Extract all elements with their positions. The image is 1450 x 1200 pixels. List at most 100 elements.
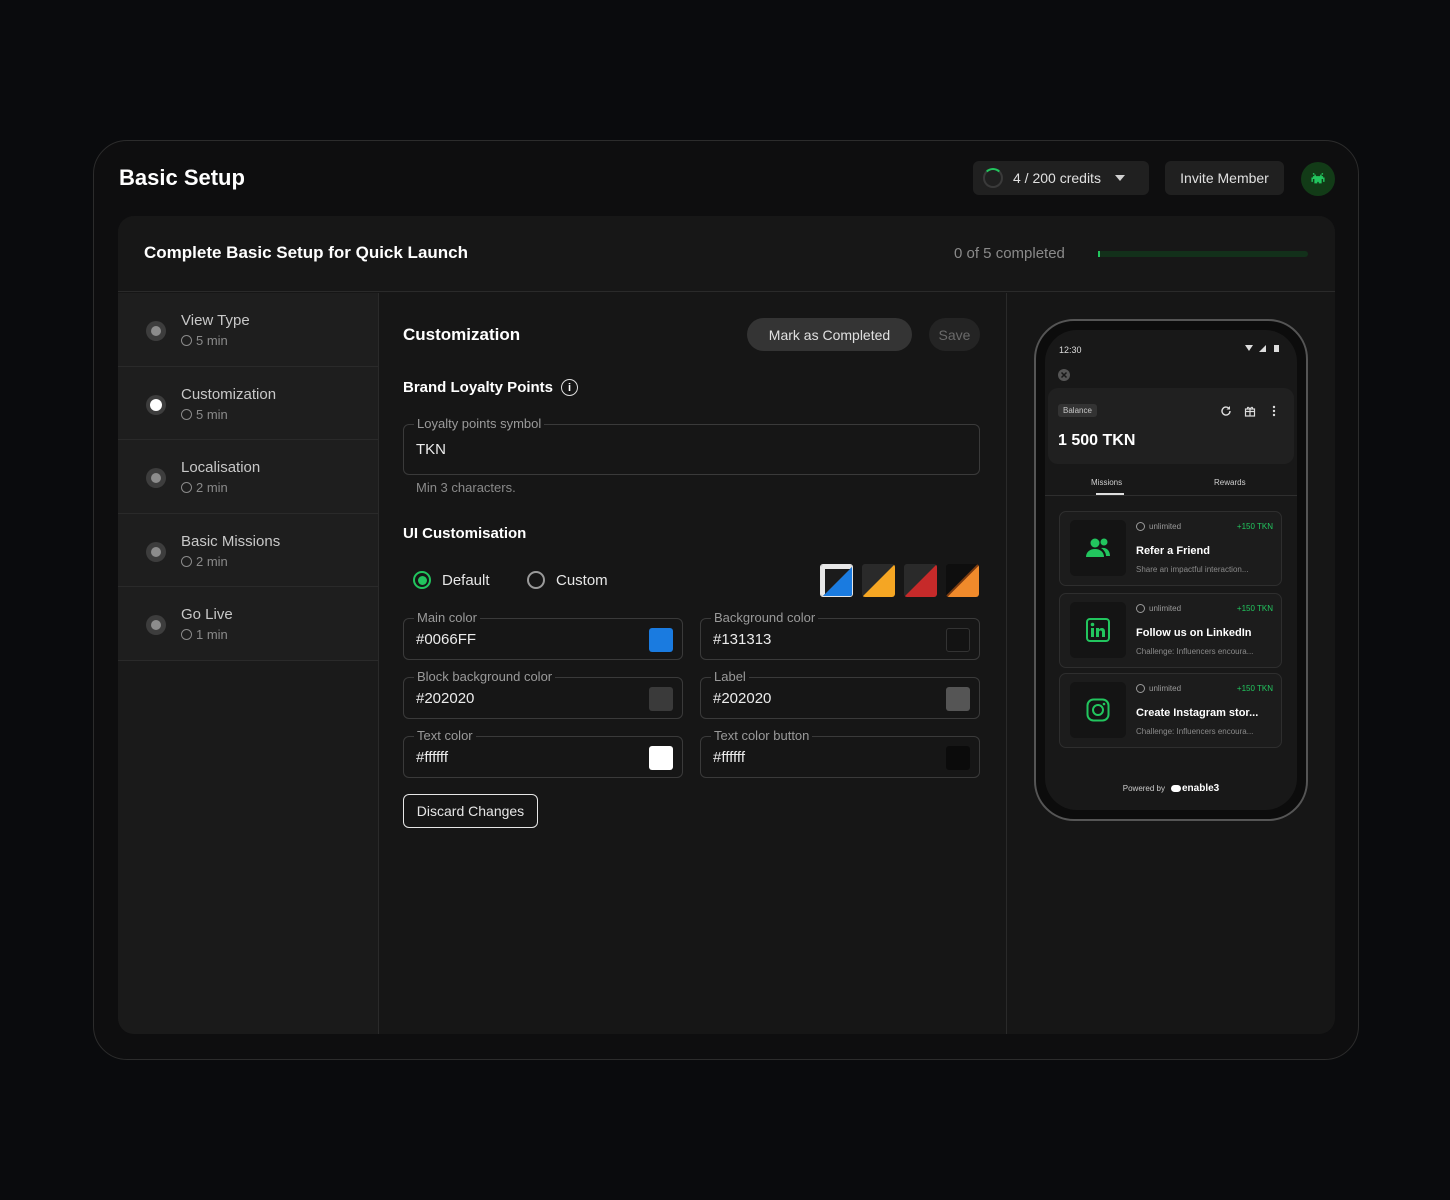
theme-preset-orange[interactable] <box>862 564 895 597</box>
clock-icon <box>1136 522 1145 531</box>
field-label: Loyalty points symbol <box>414 416 545 431</box>
field-label: Block background color <box>414 669 556 684</box>
setup-title: Complete Basic Setup for Quick Launch <box>144 243 469 262</box>
balance-amount: 1 500 TKN <box>1058 432 1136 449</box>
step-label: Localisation <box>181 459 261 476</box>
step-go-live[interactable]: Go Live 1 min <box>118 587 378 661</box>
customization-form: Customization Mark as Completed Save Bra… <box>380 293 1006 1034</box>
mission-card[interactable]: unlimited +150 TKN Follow us on LinkedIn… <box>1059 593 1282 668</box>
linkedin-icon <box>1070 602 1126 658</box>
field-value: #ffffff <box>713 749 745 766</box>
tab-rewards[interactable]: Rewards <box>1214 478 1246 487</box>
mission-description: Share an impactful interaction... <box>1136 565 1249 574</box>
tab-missions[interactable]: Missions <box>1091 478 1122 487</box>
step-time: 5 min <box>181 407 228 422</box>
symbol-hint: Min 3 characters. <box>416 480 516 495</box>
color-swatch[interactable] <box>649 687 673 711</box>
mission-card[interactable]: unlimited +150 TKN Create Instagram stor… <box>1059 673 1282 748</box>
field-value: #ffffff <box>416 749 448 766</box>
step-time: 2 min <box>181 480 228 495</box>
powered-by: Powered by enable3 <box>1122 783 1220 794</box>
clock-icon <box>1136 604 1145 613</box>
field-label: Background color <box>711 610 819 625</box>
field-label: Text color button <box>711 728 813 743</box>
ui-customisation-heading: UI Customisation <box>403 525 527 542</box>
close-icon[interactable] <box>1057 368 1071 382</box>
clock-icon <box>181 629 192 640</box>
mission-title: Follow us on LinkedIn <box>1136 627 1252 639</box>
balance-card: Balance 1 500 TKN <box>1048 388 1294 464</box>
status-time: 12:30 <box>1059 345 1082 355</box>
radio-checked-icon <box>413 571 431 589</box>
step-status-icon <box>146 541 166 562</box>
main-color-field[interactable]: Main color #0066FF <box>403 610 683 660</box>
field-value: #202020 <box>416 690 475 707</box>
theme-preset-dark-orange[interactable] <box>946 564 979 597</box>
field-label: Text color <box>414 728 476 743</box>
text-color-button-field[interactable]: Text color button #ffffff <box>700 728 980 778</box>
label-color-field[interactable]: Label #202020 <box>700 669 980 719</box>
color-swatch[interactable] <box>946 687 970 711</box>
radio-custom[interactable]: Custom <box>527 571 608 589</box>
step-customization[interactable]: Customization 5 min <box>118 366 378 440</box>
radio-unchecked-icon <box>527 571 545 589</box>
step-time: 2 min <box>181 554 228 569</box>
refresh-icon[interactable] <box>1220 405 1232 417</box>
steps-sidebar: View Type 5 min Customization 5 min Loca… <box>118 293 379 1034</box>
background-color-field[interactable]: Background color #131313 <box>700 610 980 660</box>
text-color-field[interactable]: Text color #ffffff <box>403 728 683 778</box>
mission-reward: +150 TKN <box>1236 604 1273 613</box>
balance-chip: Balance <box>1058 404 1097 417</box>
block-background-color-field[interactable]: Block background color #202020 <box>403 669 683 719</box>
phone-mockup: 12:30 Balance 1 500 TKN Missions Rewards… <box>1034 319 1308 821</box>
theme-preset-blue[interactable] <box>820 564 853 597</box>
save-button[interactable]: Save <box>929 318 980 351</box>
tabs-divider <box>1045 495 1297 496</box>
loyalty-heading: Brand Loyalty Points i <box>403 379 579 396</box>
gift-icon[interactable] <box>1244 405 1256 417</box>
color-swatch[interactable] <box>649 628 673 652</box>
color-swatch[interactable] <box>946 746 970 770</box>
discard-changes-button[interactable]: Discard Changes <box>403 794 538 828</box>
mission-description: Challenge: Influencers encoura... <box>1136 727 1254 736</box>
status-icons <box>1245 344 1281 355</box>
step-time: 1 min <box>181 627 228 642</box>
setup-header: Complete Basic Setup for Quick Launch 0 … <box>118 216 1335 292</box>
setup-panel: Complete Basic Setup for Quick Launch 0 … <box>118 216 1335 1034</box>
section-title: Customization <box>403 325 521 344</box>
info-icon[interactable]: i <box>561 379 579 396</box>
brand-name: enable3 <box>1182 783 1220 794</box>
credits-dropdown[interactable]: 4 / 200 credits <box>973 161 1149 195</box>
field-value: #0066FF <box>416 631 477 648</box>
step-status-icon <box>146 394 166 415</box>
loyalty-symbol-input[interactable]: Loyalty points symbol TKN <box>403 416 980 475</box>
color-swatch[interactable] <box>946 628 970 652</box>
step-label: Go Live <box>181 606 233 623</box>
step-status-icon <box>146 615 166 635</box>
field-label: Main color <box>414 610 480 625</box>
field-label: Label <box>711 669 749 684</box>
app-window: Basic Setup 4 / 200 credits Invite Membe… <box>93 140 1359 1060</box>
step-status-icon <box>146 321 166 341</box>
credits-label: 4 / 200 credits <box>1013 170 1101 186</box>
mission-reward: +150 TKN <box>1236 522 1273 531</box>
step-time: 5 min <box>181 333 228 348</box>
step-basic-missions[interactable]: Basic Missions 2 min <box>118 513 378 587</box>
invite-member-button[interactable]: Invite Member <box>1165 161 1284 195</box>
enable3-logo-icon <box>1171 785 1181 792</box>
mission-card[interactable]: unlimited +150 TKN Refer a Friend Share … <box>1059 511 1282 586</box>
phone-screen: 12:30 Balance 1 500 TKN Missions Rewards… <box>1045 330 1297 810</box>
phone-preview-panel: 12:30 Balance 1 500 TKN Missions Rewards… <box>1006 293 1335 1034</box>
theme-preset-red[interactable] <box>904 564 937 597</box>
clock-icon <box>181 482 192 493</box>
radio-default[interactable]: Default <box>413 571 490 589</box>
avatar[interactable] <box>1301 162 1335 196</box>
step-localisation[interactable]: Localisation 2 min <box>118 440 378 514</box>
color-swatch[interactable] <box>649 746 673 770</box>
mark-completed-button[interactable]: Mark as Completed <box>747 318 912 351</box>
page-title: Basic Setup <box>119 165 245 190</box>
more-vertical-icon[interactable] <box>1272 405 1276 417</box>
step-view-type[interactable]: View Type 5 min <box>118 293 378 367</box>
setup-progress-bar <box>1098 251 1308 257</box>
step-label: Customization <box>181 385 277 403</box>
